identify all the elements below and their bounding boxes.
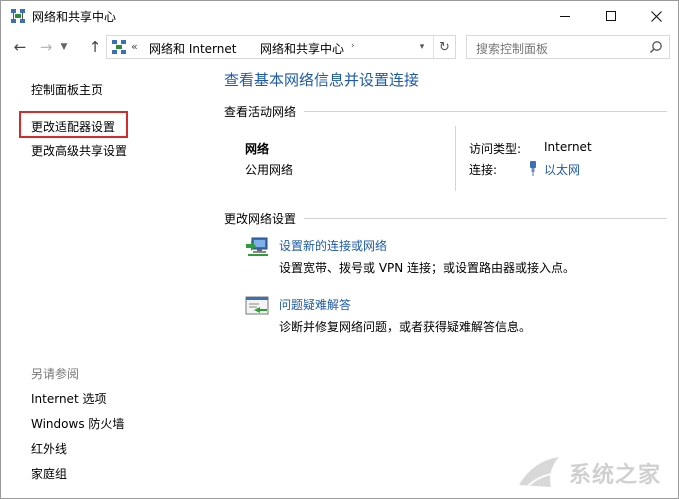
network-location-icon (112, 40, 126, 54)
sidebar-item-change-adapter-settings[interactable]: 更改适配器设置 (31, 118, 115, 135)
page-title: 查看基本网络信息并设置连接 (224, 71, 420, 89)
see-also-infrared[interactable]: 红外线 (31, 440, 67, 457)
arrow-left-icon: ← (13, 38, 27, 56)
title-bar[interactable]: 网络和共享中心 (1, 1, 678, 31)
search-icon[interactable] (649, 40, 663, 54)
minimize-icon (560, 15, 570, 17)
chevron-down-icon: ▼ (60, 42, 68, 52)
address-dropdown-button[interactable]: ▾ (412, 36, 432, 58)
troubleshoot-icon (245, 296, 269, 315)
section-divider (304, 111, 667, 112)
network-sharing-center-window: 网络和共享中心 ← → ▼ ↑ « 网络和 Internet › 网络和共享中心… (0, 0, 679, 499)
network-app-icon (11, 9, 25, 23)
address-segment-sharing-center[interactable]: 网络和共享中心 (260, 40, 344, 57)
back-button[interactable]: ← (10, 36, 30, 58)
see-also-windows-firewall[interactable]: Windows 防火墙 (31, 415, 124, 432)
recent-locations-button[interactable]: ▼ (57, 36, 71, 58)
setup-new-connection-description: 设置宽带、拨号或 VPN 连接；或设置路由器或接入点。 (279, 261, 576, 275)
search-placeholder: 搜索控制面板 (476, 42, 549, 56)
active-networks-heading: 查看活动网络 (224, 105, 297, 119)
section-divider (304, 218, 667, 219)
see-also-internet-options[interactable]: Internet 选项 (31, 390, 106, 407)
close-icon (650, 10, 662, 22)
troubleshoot-link[interactable]: 问题疑难解答 (279, 296, 351, 313)
access-type-label: 访问类型: (469, 142, 522, 156)
forward-button[interactable]: → (36, 36, 56, 58)
network-info-divider (455, 126, 456, 191)
connection-ethernet-link[interactable]: 以太网 (544, 161, 580, 178)
minimize-button[interactable] (542, 1, 588, 31)
see-also-heading: 另请参阅 (31, 367, 80, 381)
connection-label: 连接: (469, 163, 498, 177)
arrow-up-icon: ↑ (88, 38, 102, 56)
address-bar[interactable]: « 网络和 Internet › 网络和共享中心 ▾ ↻ (106, 35, 456, 59)
address-overflow-chevron[interactable]: « (131, 40, 138, 53)
new-connection-icon (246, 237, 268, 256)
troubleshoot-description: 诊断并修复网络问题，或者获得疑难解答信息。 (279, 320, 532, 334)
access-type-value: Internet (544, 140, 592, 154)
address-segment-network-internet[interactable]: 网络和 Internet (149, 40, 236, 57)
maximize-button[interactable] (588, 1, 634, 31)
setup-new-connection-link[interactable]: 设置新的连接或网络 (279, 237, 387, 254)
chevron-right-icon[interactable]: › (351, 41, 355, 51)
chevron-down-icon: ▾ (419, 42, 425, 52)
arrow-right-icon: → (39, 38, 53, 56)
refresh-icon: ↻ (439, 39, 450, 55)
search-input[interactable]: 搜索控制面板 (466, 35, 670, 59)
refresh-button[interactable]: ↻ (433, 36, 455, 58)
close-button[interactable] (633, 1, 678, 31)
watermark-text: 系统之家 (569, 463, 662, 488)
maximize-icon (606, 11, 616, 21)
network-category: 公用网络 (245, 163, 294, 177)
see-also-homegroup[interactable]: 家庭组 (31, 465, 67, 482)
sidebar-item-change-advanced-sharing[interactable]: 更改高级共享设置 (31, 142, 127, 159)
window-title: 网络和共享中心 (32, 10, 117, 24)
navigation-bar: ← → ▼ ↑ « 网络和 Internet › 网络和共享中心 ▾ ↻ 搜索控… (1, 34, 678, 60)
change-network-settings-heading: 更改网络设置 (224, 212, 297, 226)
network-name: 网络 (245, 142, 270, 156)
sidebar-item-control-panel-home[interactable]: 控制面板主页 (31, 81, 103, 98)
up-button[interactable]: ↑ (85, 36, 105, 58)
ethernet-icon (530, 161, 536, 176)
